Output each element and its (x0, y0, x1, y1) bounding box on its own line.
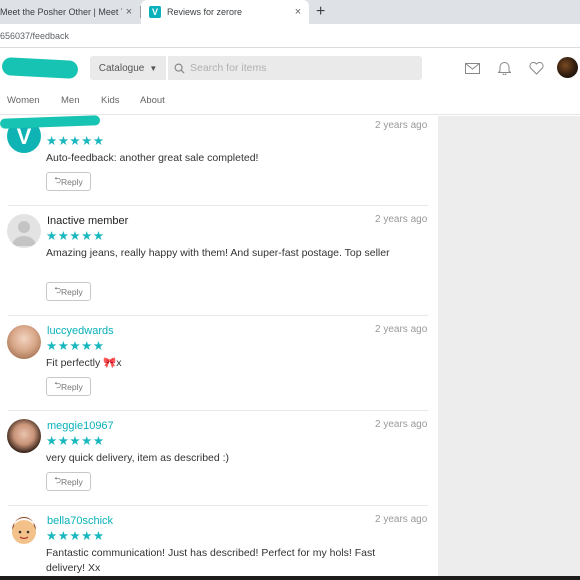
vinted-favicon-icon: V (149, 6, 161, 18)
url-text: 656037/feedback (0, 30, 70, 41)
username[interactable]: bella70schick (47, 515, 113, 527)
heart-icon[interactable] (528, 61, 544, 75)
search-input[interactable]: Search for items (168, 56, 422, 80)
timestamp: 2 years ago (375, 514, 428, 525)
reply-button[interactable]: ⮌ Reply (46, 472, 91, 491)
catalogue-button[interactable]: Catalogue ▼ (90, 56, 166, 80)
new-tab-button[interactable]: + (316, 3, 325, 21)
reply-label: Reply (61, 176, 83, 187)
username[interactable]: Inactive member (47, 215, 128, 227)
feedback-item: meggie10967 2 years ago ★★★★★ very quick… (0, 411, 428, 506)
feedback-item: bella70schick 2 years ago ★★★★★ Fantasti… (0, 506, 428, 576)
username[interactable]: luccyedwards (47, 325, 114, 337)
emoji-avatar-icon (7, 514, 41, 548)
search-placeholder: Search for items (190, 62, 267, 74)
timestamp: 2 years ago (375, 324, 428, 335)
feedback-item: luccyedwards 2 years ago ★★★★★ Fit perfe… (0, 316, 428, 411)
site-header: Catalogue ▼ Search for items (0, 49, 580, 87)
user-photo-avatar (7, 419, 41, 453)
reply-icon: ⮌ (54, 174, 62, 185)
nav-item-about[interactable]: About (140, 95, 165, 106)
tab-reviews[interactable]: V Reviews for zerore × (141, 0, 309, 24)
nav-item-women[interactable]: Women (7, 95, 40, 106)
nav-item-men[interactable]: Men (61, 95, 79, 106)
tab-title: Meet the Posher Other | Meet Yo (0, 7, 122, 17)
reply-label: Reply (61, 381, 83, 392)
star-rating: ★★★★★ (46, 134, 105, 148)
category-nav: Women Men Kids About (0, 87, 580, 115)
chevron-down-icon: ▼ (149, 63, 158, 73)
reply-label: Reply (61, 476, 83, 487)
mail-icon[interactable] (464, 61, 480, 75)
close-icon[interactable]: × (122, 6, 136, 18)
browser-tab-strip: Meet the Posher Other | Meet Yo × V Revi… (0, 0, 580, 24)
star-rating: ★★★★★ (46, 434, 105, 448)
feedback-item: Inactive member 2 years ago ★★★★★ Amazin… (0, 206, 428, 316)
bell-icon[interactable] (496, 61, 512, 75)
reply-label: Reply (61, 286, 83, 297)
reply-icon: ⮌ (54, 284, 62, 295)
timestamp: 2 years ago (375, 214, 428, 225)
reply-icon: ⮌ (54, 379, 62, 390)
reply-button[interactable]: ⮌ Reply (46, 172, 91, 191)
timestamp: 2 years ago (375, 120, 428, 131)
star-rating: ★★★★★ (46, 529, 105, 543)
search-icon (168, 63, 190, 74)
taskbar (0, 576, 580, 580)
feedback-item: V 2 years ago ★★★★★ Auto-feedback: anoth… (0, 116, 428, 206)
user-photo-avatar (7, 325, 41, 359)
feedback-list: V 2 years ago ★★★★★ Auto-feedback: anoth… (0, 116, 428, 576)
side-panel (438, 116, 580, 580)
close-icon[interactable]: × (291, 6, 305, 18)
catalogue-label: Catalogue (98, 62, 145, 74)
reply-button[interactable]: ⮌ Reply (46, 282, 91, 301)
nav-item-kids[interactable]: Kids (101, 95, 119, 106)
feedback-text: Auto-feedback: another great sale comple… (46, 152, 259, 164)
feedback-text: Amazing jeans, really happy with them! A… (46, 247, 390, 259)
default-user-avatar-icon (7, 214, 41, 248)
reply-button[interactable]: ⮌ Reply (46, 377, 91, 396)
feedback-text: Fit perfectly 🎀x (46, 357, 122, 369)
address-bar[interactable]: 656037/feedback (0, 24, 580, 48)
logo-redacted[interactable] (1, 57, 79, 79)
tab-posher[interactable]: Meet the Posher Other | Meet Yo × (0, 0, 140, 24)
timestamp: 2 years ago (375, 419, 428, 430)
feedback-text: very quick delivery, item as described :… (46, 452, 230, 464)
user-avatar[interactable] (557, 57, 578, 78)
tab-title: Reviews for zerore (167, 7, 243, 17)
username[interactable]: meggie10967 (47, 420, 114, 432)
reply-icon: ⮌ (54, 474, 62, 485)
feedback-text: Fantastic communication! Just has descri… (46, 547, 376, 574)
star-rating: ★★★★★ (46, 339, 105, 353)
star-rating: ★★★★★ (46, 229, 105, 243)
